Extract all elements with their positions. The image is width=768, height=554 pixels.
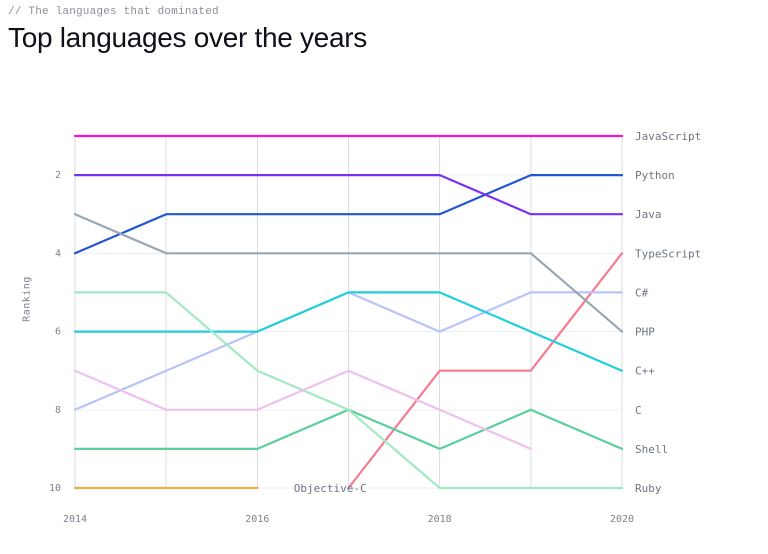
legend-label: Java	[635, 208, 662, 221]
series-inside-label: Objective-C	[294, 482, 367, 495]
x-tick: 2018	[428, 514, 452, 525]
y-axis-label: Ranking	[21, 276, 32, 322]
rank-chart: 2 4 6 8 10 2014 2016 2018 2020 Objective-C JavaScr…	[0, 64, 768, 534]
y-tick: 8	[55, 405, 61, 416]
legend-label: C++	[635, 365, 655, 378]
legend-label: C#	[635, 286, 649, 299]
legend-label: C	[635, 404, 642, 417]
legend-label: PHP	[635, 326, 655, 339]
y-tick: 4	[55, 248, 61, 259]
y-tick: 10	[49, 483, 61, 494]
legend-label: Ruby	[635, 482, 662, 495]
x-tick: 2016	[245, 514, 269, 525]
x-tick: 2020	[610, 514, 634, 525]
y-tick: 6	[55, 327, 61, 338]
legend-label: JavaScript	[635, 130, 701, 143]
x-tick: 2014	[63, 514, 87, 525]
y-tick: 2	[55, 170, 61, 181]
series-line	[349, 253, 623, 488]
legend-label: Python	[635, 169, 675, 182]
legend-label: TypeScript	[635, 247, 701, 260]
chart-container: Ranking 2 4 6 8 10 2014 2016 2018 2020 Objective-…	[0, 64, 768, 534]
legend-label: Shell	[635, 443, 668, 456]
chart-header: // The languages that dominated Top lang…	[0, 0, 768, 64]
page-title: Top languages over the years	[8, 22, 760, 54]
kicker-text: // The languages that dominated	[8, 6, 760, 18]
